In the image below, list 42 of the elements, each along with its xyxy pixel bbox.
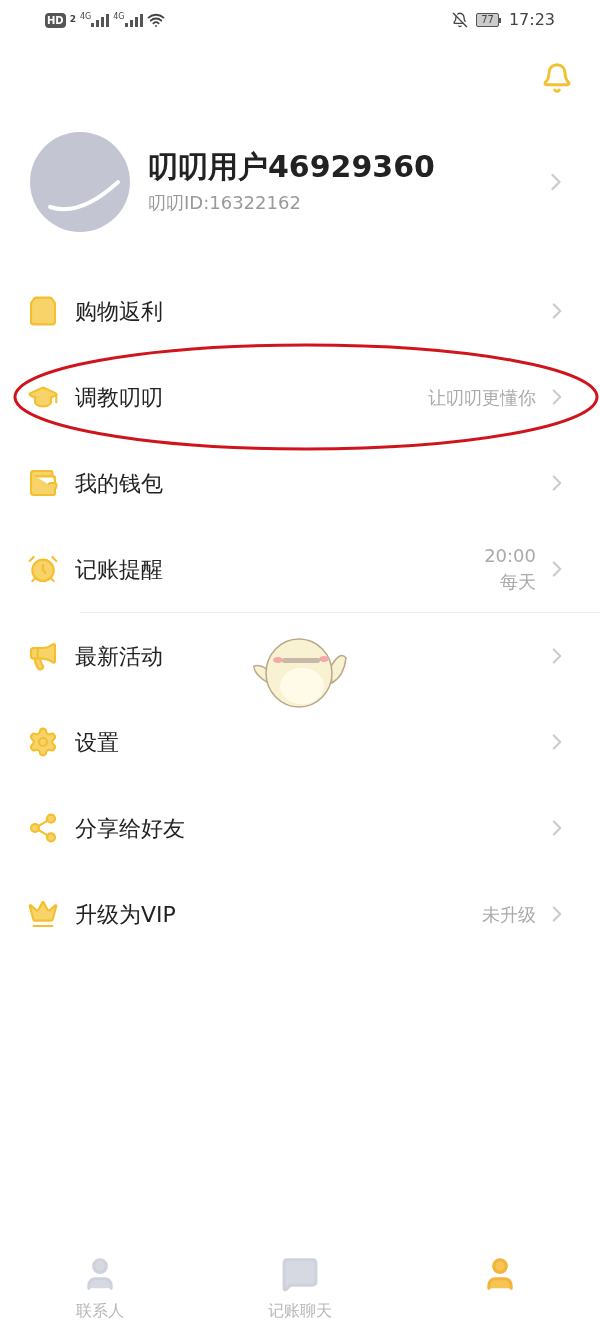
share-icon (27, 812, 59, 844)
network-label: 4G (79, 13, 92, 21)
wifi-icon (146, 11, 165, 29)
menu-item[interactable]: 记账提醒 20:00 每天 (0, 526, 600, 612)
menu-value: 每天 (500, 570, 536, 594)
hd-badge: HD (45, 12, 66, 28)
menu-label: 调教叨叨 (75, 383, 164, 412)
network-label: 4G (113, 13, 125, 21)
menu-label: 我的钱包 (75, 469, 164, 498)
menu-item[interactable]: 最新活动 (0, 613, 600, 699)
menu-value: 20:00 (484, 544, 536, 568)
crown-icon (27, 898, 59, 930)
menu-item[interactable]: 购物返利 (0, 268, 600, 354)
menu-value: 让叨叨更懂你 (428, 385, 536, 410)
signal-icon (124, 13, 143, 27)
battery-icon: 77 (476, 13, 501, 27)
clock-time: 17:23 (508, 9, 555, 31)
menu-label: 升级为VIP (75, 900, 177, 929)
menu-label: 最新活动 (75, 642, 164, 671)
menu-item[interactable]: 升级为VIP 未升级 (0, 871, 600, 957)
menu-item[interactable]: 分享给好友 (0, 785, 600, 871)
menu-label: 购物返利 (75, 297, 164, 326)
alarm-clock-icon (27, 553, 59, 585)
menu-item[interactable]: 调教叨叨 让叨叨更懂你 (0, 354, 600, 440)
user-id: 叨叨ID:16322162 (148, 191, 302, 216)
menu-item[interactable]: 设置 (0, 699, 600, 785)
mute-icon (452, 12, 469, 28)
sim-number: 2 (69, 13, 76, 27)
bag-icon (27, 295, 59, 327)
settings-icon (27, 726, 59, 758)
megaphone-icon (27, 640, 59, 672)
menu-value: 未升级 (482, 902, 536, 927)
menu-label: 分享给好友 (75, 814, 186, 843)
menu-label: 记账提醒 (75, 555, 164, 584)
bell-icon[interactable] (541, 62, 573, 94)
menu-label: 设置 (75, 728, 120, 757)
menu-item[interactable]: 我的钱包 (0, 440, 600, 526)
chat-icon (281, 1255, 319, 1293)
avatar-icon (30, 132, 130, 232)
wallet-icon (27, 467, 59, 499)
user-name: 叨叨用户46929360 (148, 147, 436, 186)
signal-icon (91, 13, 110, 27)
